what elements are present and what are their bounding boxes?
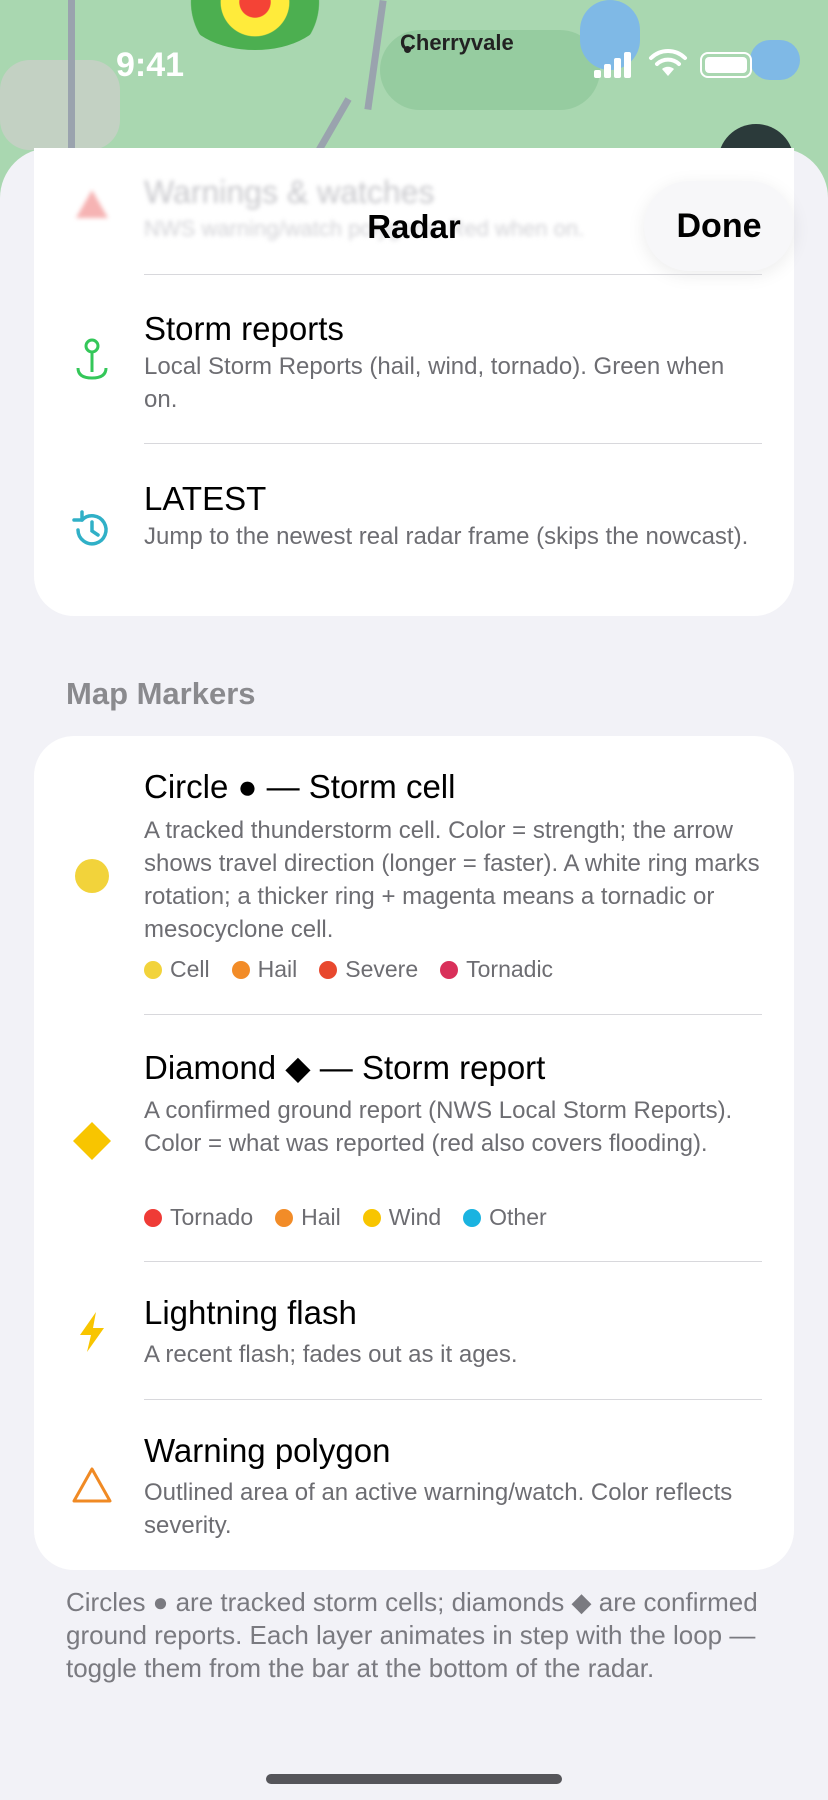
legend-color-dot [463, 1208, 482, 1227]
legend-color-dot [144, 1208, 162, 1227]
row-desc: A confirmed ground report (NWS Local Sto… [144, 1097, 733, 1157]
legend-item: Other [463, 1204, 547, 1231]
cellular-signal-icon [594, 52, 631, 78]
legend-color-dot [275, 1208, 294, 1227]
row-title: LATEST [144, 480, 267, 517]
row-title: Warning polygon [144, 1432, 391, 1469]
row-desc: A tracked thunderstorm cell. Color = str… [144, 817, 760, 943]
wifi-icon [649, 48, 687, 76]
legend-item: Wind [362, 1204, 441, 1231]
legend-item: Severe [319, 956, 418, 983]
divider [144, 1261, 762, 1262]
row-desc: Jump to the newest real radar frame (ski… [144, 523, 749, 550]
row-desc: A recent flash; fades out as it ages. [144, 1341, 518, 1368]
warning-triangle-icon [72, 1467, 112, 1503]
footer-note: Circles ● are tracked storm cells; diamo… [66, 1587, 758, 1683]
status-bar: 9:41 [0, 0, 828, 130]
legend-item: Tornado [144, 1204, 253, 1231]
row-title: Diamond ◆ — Storm report [144, 1049, 546, 1086]
battery-icon [700, 52, 752, 78]
storm-reports-row[interactable]: Storm reports Local Storm Reports (hail,… [34, 290, 794, 440]
diamond-marker-row: Diamond ◆ — Storm report A confirmed gro… [34, 1040, 794, 1240]
row-title: Storm reports [144, 310, 344, 347]
row-desc: Outlined area of an active warning/watch… [144, 1479, 733, 1539]
row-title: Lightning flash [144, 1294, 357, 1331]
status-time: 9:41 [116, 46, 185, 84]
home-indicator [266, 1774, 562, 1784]
legend-color-dot [231, 960, 250, 979]
row-desc: Local Storm Reports (hail, wind, tornado… [144, 353, 725, 413]
row-title: Circle ● — Storm cell [144, 768, 456, 805]
done-button[interactable]: Done [644, 181, 794, 271]
history-clock-icon [72, 510, 108, 546]
legend-item: Cell [144, 956, 210, 983]
legend-color-dot [144, 960, 162, 979]
divider [144, 1014, 762, 1015]
lightning-marker-row: Lightning flash A recent flash; fades ou… [34, 1284, 794, 1394]
legend-color-dot [362, 1208, 381, 1227]
legend-item: Hail [231, 956, 297, 983]
section-header: Map Markers [66, 676, 256, 711]
circle-marker-row: Circle ● — Storm cell A tracked thunders… [34, 760, 794, 1000]
divider [144, 1399, 762, 1400]
divider [144, 443, 762, 444]
report-type-legend: Tornado Hail Wind Other [144, 1204, 547, 1231]
legend-color-dot [440, 960, 459, 979]
lightning-bolt-icon [80, 1312, 104, 1352]
divider [144, 274, 762, 275]
legend-color-dot [319, 960, 338, 979]
latest-row[interactable]: LATEST Jump to the newest real radar fra… [34, 460, 794, 610]
legend-item: Tornadic [440, 956, 553, 983]
legend-item: Hail [275, 1204, 341, 1231]
warning-polygon-row: Warning polygon Outlined area of an acti… [34, 1422, 794, 1552]
storm-report-pin-icon [76, 338, 108, 380]
row-title: Warnings & watches [144, 174, 435, 210]
yellow-circle-icon [75, 859, 109, 893]
yellow-diamond-icon [73, 1122, 111, 1160]
strength-legend: Cell Hail Severe Tornadic [144, 956, 553, 983]
